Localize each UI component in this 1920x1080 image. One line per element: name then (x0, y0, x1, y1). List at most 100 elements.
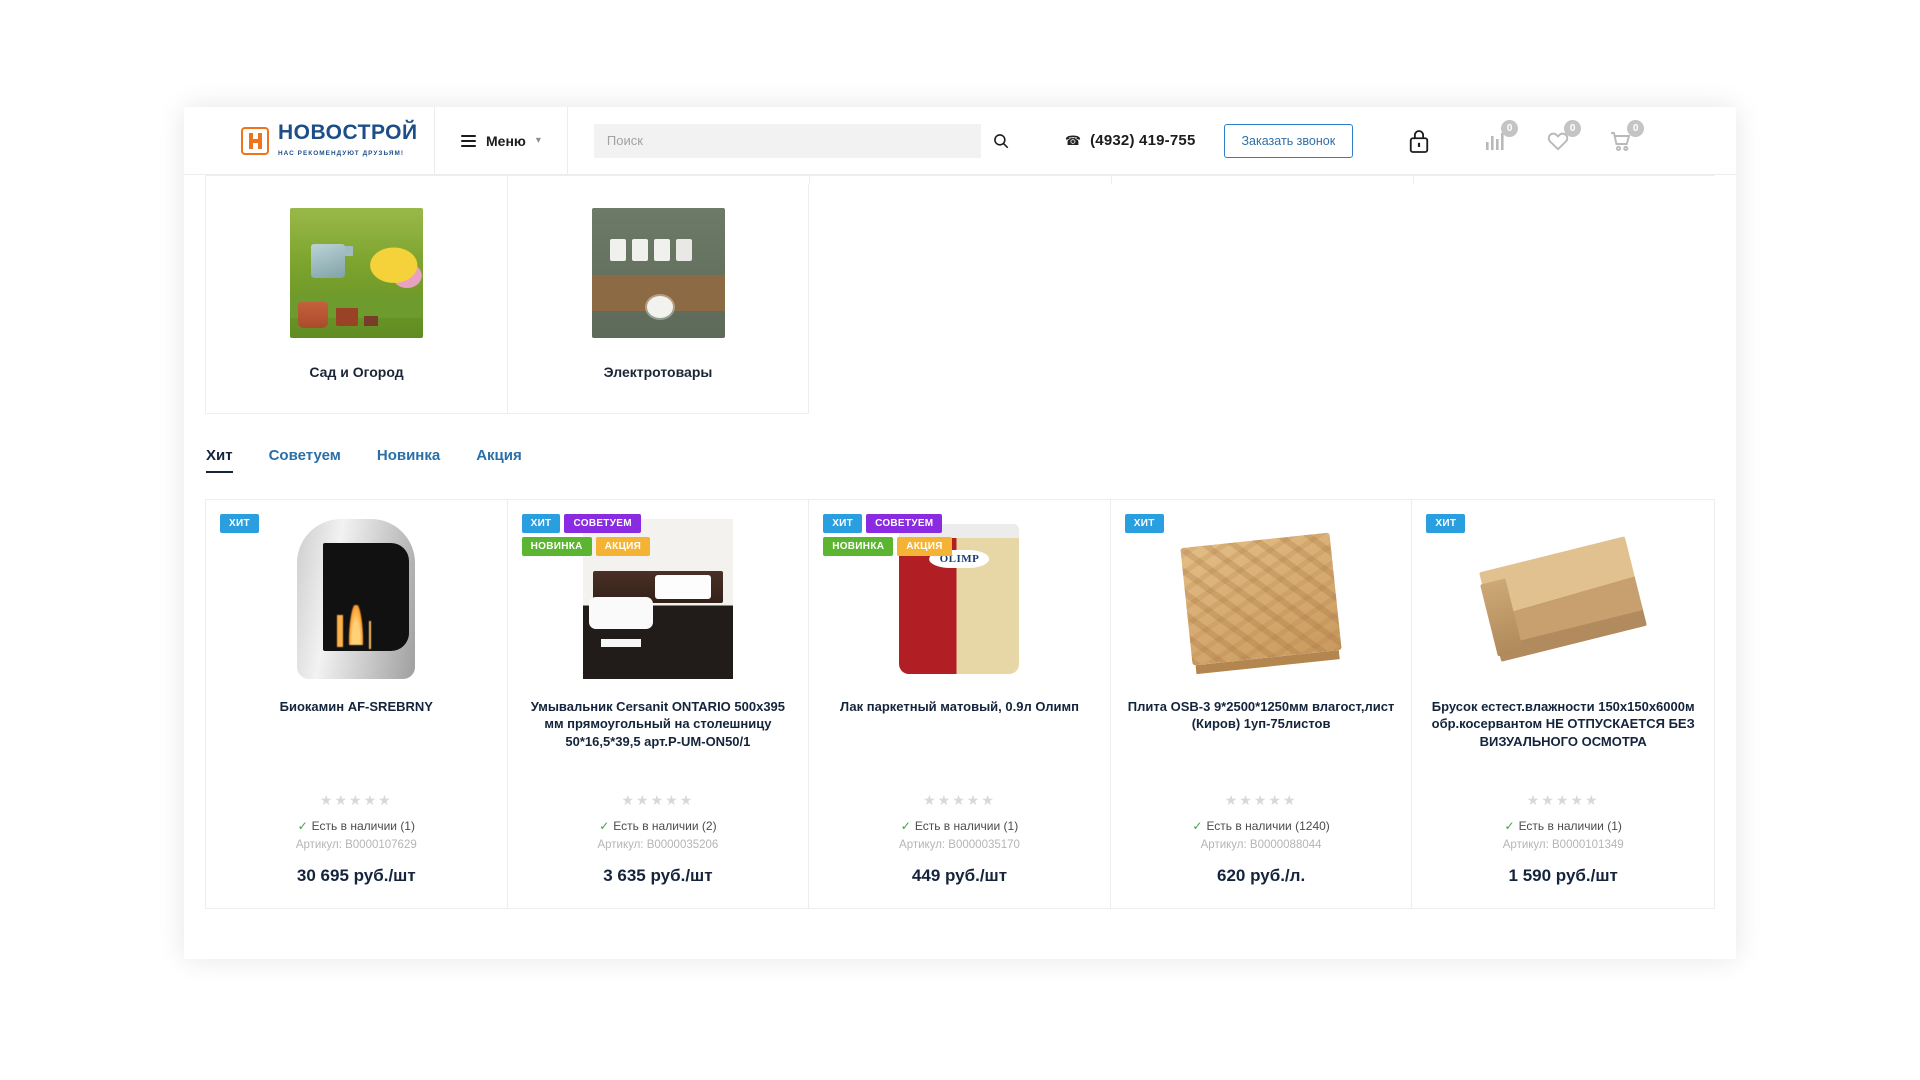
osb-board-image (1125, 514, 1398, 684)
cart-count-badge: 0 (1627, 119, 1645, 137)
product-rating-stars[interactable]: ★★★★★ (522, 792, 795, 810)
compare-button[interactable]: 0 (1481, 119, 1519, 155)
chevron-down-icon: ▾ (535, 135, 541, 146)
search-box (593, 123, 1021, 158)
site-header: НОВОСТРОЙ НАС РЕКОМЕНДУЮТ ДРУЗЬЯМ! Меню … (184, 106, 1736, 175)
product-card[interactable]: ХИТ СОВЕТУЕМ НОВИНКА АКЦИЯ Лак паркетный… (809, 500, 1111, 908)
phone-block[interactable]: ☎ (4932) 419-755 (1065, 132, 1196, 149)
product-sku: Артикул: B0000107629 (295, 839, 417, 851)
product-availability: ✓ Есть в наличии (1) (1504, 819, 1622, 833)
logo-text: НОВОСТРОЙ НАС РЕКОМЕНДУЮТ ДРУЗЬЯМ! (278, 122, 434, 159)
product-card[interactable]: ХИТ Плита OSB-3 9*2500*1250мм влагост,ли… (1110, 500, 1413, 908)
badge-hit: ХИТ (220, 514, 259, 533)
wishlist-button[interactable]: 0 (1544, 119, 1582, 155)
product-title[interactable]: Биокамин AF-SREBRNY (220, 698, 493, 716)
product-price: 620 руб./л. (1217, 866, 1306, 885)
product-rating-stars[interactable]: ★★★★★ (1125, 792, 1398, 810)
account-lock-button[interactable] (1405, 127, 1433, 155)
search-icon (994, 133, 1009, 148)
tab-sovetuem[interactable]: Советуем (269, 447, 341, 473)
product-availability: ✓ Есть в наличии (2) (599, 819, 717, 833)
product-availability: ✓ Есть в наличии (1) (900, 819, 1019, 833)
check-icon: ✓ (297, 819, 308, 833)
logo-mark-icon (241, 126, 269, 155)
callback-button[interactable]: Заказать звонок (1223, 123, 1354, 158)
search-button[interactable] (980, 123, 1021, 158)
header-icon-group: 0 0 0 (1481, 119, 1645, 155)
product-availability: ✓ Есть в наличии (1) (297, 819, 415, 833)
check-icon: ✓ (1504, 819, 1515, 833)
tab-akciya[interactable]: Акция (476, 447, 522, 473)
product-badges: ХИТ (220, 514, 380, 533)
product-sku: Артикул: B0000035170 (899, 839, 1020, 851)
product-rating-stars[interactable]: ★★★★★ (1426, 792, 1700, 810)
category-grid-previous-row (205, 175, 1715, 184)
category-tile-garden[interactable]: Сад и Огород (205, 184, 507, 414)
category-tile-label: Электротовары (603, 364, 713, 380)
product-tabs: Хит Советуем Новинка Акция (206, 447, 1736, 473)
product-badges: ХИТ (1124, 514, 1285, 533)
product-title[interactable]: Брусок естест.влажности 150х150х6000м об… (1426, 698, 1700, 750)
badge-hit: ХИТ (1124, 514, 1164, 533)
product-badges: ХИТ СОВЕТУЕМ НОВИНКА АКЦИЯ (521, 514, 682, 556)
compare-count-badge: 0 (1501, 119, 1519, 137)
product-title[interactable]: Лак паркетный матовый, 0.9л Олимп (823, 698, 1096, 716)
product-grid: ХИТ Биокамин AF-SREBRNY ★★★★★ ✓ Есть в на… (205, 499, 1715, 909)
category-grid-empty-cell (1111, 184, 1413, 414)
product-price: 449 руб./шт (911, 866, 1008, 885)
product-card[interactable]: ХИТ Биокамин AF-SREBRNY ★★★★★ ✓ Есть в на… (206, 500, 508, 908)
search-input[interactable] (593, 123, 981, 158)
badge-novinka: НОВИНКА (823, 537, 894, 556)
product-badges: ХИТ СОВЕТУЕМ НОВИНКА АКЦИЯ (823, 514, 983, 556)
product-title[interactable]: Плита OSB-3 9*2500*1250мм влагост,лист (… (1125, 698, 1398, 733)
product-card[interactable]: ХИТ СОВЕТУЕМ НОВИНКА АКЦИЯ Умывальник Ce… (507, 500, 810, 908)
product-badges: ХИТ (1426, 514, 1586, 533)
logo-tagline: НАС РЕКОМЕНДУЮТ ДРУЗЬЯМ! (278, 150, 405, 157)
site-logo[interactable]: НОВОСТРОЙ НАС РЕКОМЕНДУЮТ ДРУЗЬЯМ! (184, 107, 434, 175)
category-grid: Сад и Огород Электротовары (205, 184, 1715, 414)
badge-sovetuem: СОВЕТУЕМ (866, 514, 943, 533)
category-tile-label: Сад и Огород (309, 364, 404, 380)
category-grid-empty-cell (1413, 184, 1715, 414)
badge-hit: ХИТ (823, 514, 863, 533)
phone-number: (4932) 419-755 (1090, 132, 1196, 149)
cart-button[interactable]: 0 (1607, 119, 1645, 155)
menu-label: Меню (486, 132, 526, 149)
menu-button[interactable]: Меню ▾ (435, 107, 567, 175)
product-rating-stars[interactable]: ★★★★★ (220, 792, 493, 810)
category-section: Сад и Огород Электротовары (184, 175, 1736, 414)
category-grid-empty-cell (809, 184, 1111, 414)
product-price: 1 590 руб./шт (1508, 866, 1618, 885)
hamburger-icon (461, 134, 476, 147)
check-icon: ✓ (599, 819, 610, 833)
wishlist-count-badge: 0 (1564, 119, 1582, 137)
product-price: 30 695 руб./шт (296, 866, 416, 885)
badge-sovetuem: СОВЕТУЕМ (564, 514, 641, 533)
badge-akciya: АКЦИЯ (595, 537, 651, 556)
badge-hit: ХИТ (521, 514, 561, 533)
product-sku: Артикул: B0000035206 (597, 839, 719, 851)
category-tile-electrical[interactable]: Электротовары (507, 184, 809, 414)
product-sku: Артикул: B0000088044 (1200, 839, 1322, 851)
phone-icon: ☎ (1064, 132, 1082, 148)
product-price: 3 635 руб./шт (603, 866, 713, 885)
tab-novinka[interactable]: Новинка (377, 447, 440, 473)
product-rating-stars[interactable]: ★★★★★ (823, 792, 1096, 810)
logo-name: НОВОСТРОЙ (278, 121, 418, 144)
lock-icon (1410, 129, 1429, 153)
garden-tools-image (290, 208, 423, 338)
product-title[interactable]: Умывальник Cersanit ONTARIO 500х395 мм п… (522, 698, 795, 750)
badge-novinka: НОВИНКА (521, 537, 592, 556)
biofireplace-image (220, 514, 493, 684)
electrical-sockets-image (591, 208, 725, 338)
product-availability: ✓ Есть в наличии (1240) (1192, 819, 1330, 833)
check-icon: ✓ (1192, 819, 1203, 833)
screenshot-viewport: НОВОСТРОЙ НАС РЕКОМЕНДУЮТ ДРУЗЬЯМ! Меню … (0, 0, 1920, 1080)
tab-hit[interactable]: Хит (206, 447, 233, 473)
badge-hit: ХИТ (1426, 514, 1466, 533)
product-sku: Артикул: B0000101349 (1502, 839, 1624, 851)
timber-beam-image (1426, 514, 1700, 684)
header-divider-2 (566, 106, 568, 175)
product-card[interactable]: ХИТ Брусок естест.влажности 150х150х6000… (1412, 500, 1714, 908)
check-icon: ✓ (900, 819, 911, 833)
